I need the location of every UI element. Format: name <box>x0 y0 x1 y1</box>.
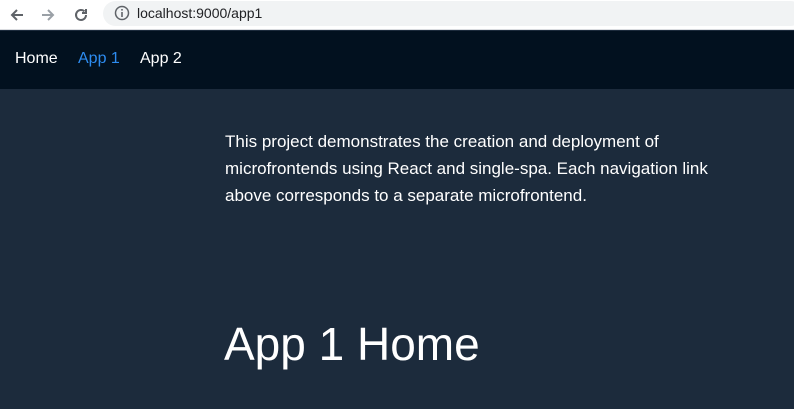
nav-link-app-1[interactable]: App 1 <box>78 50 120 68</box>
nav-link-app-2[interactable]: App 2 <box>140 50 182 68</box>
reload-button[interactable] <box>69 3 93 27</box>
arrow-right-icon <box>42 9 55 21</box>
nav-link-home[interactable]: Home <box>15 50 58 68</box>
forward-button[interactable] <box>36 3 60 27</box>
arrow-left-icon <box>10 9 23 21</box>
reload-icon <box>75 8 87 21</box>
url-text: localhost:9000/app1 <box>137 5 263 21</box>
back-button[interactable] <box>5 3 29 27</box>
page-title: App 1 Home <box>224 318 480 370</box>
app-navbar: Home App 1 App 2 <box>0 31 794 89</box>
browser-toolbar: localhost:9000/app1 <box>0 0 794 30</box>
address-bar[interactable]: localhost:9000/app1 <box>103 1 794 26</box>
intro-text: This project demonstrates the creation a… <box>225 132 708 205</box>
info-icon[interactable] <box>114 5 130 21</box>
